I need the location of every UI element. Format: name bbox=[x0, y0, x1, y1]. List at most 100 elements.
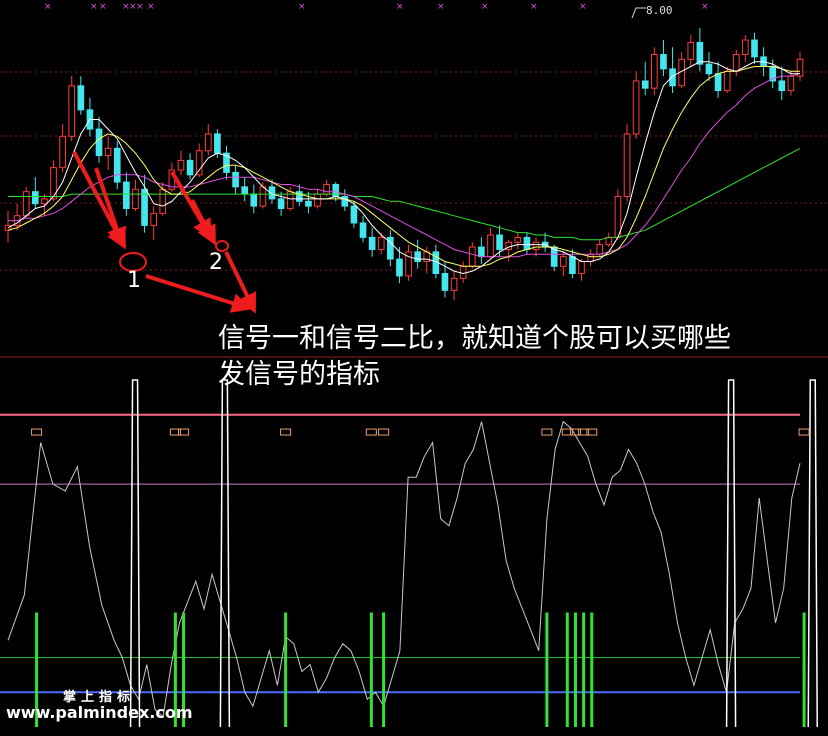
top-marker-13: × bbox=[701, 2, 709, 12]
candle-body-70 bbox=[641, 80, 649, 89]
candle-body-17 bbox=[159, 188, 167, 214]
oscillator-panel bbox=[0, 379, 818, 728]
candle-body-34 bbox=[314, 193, 321, 207]
marker-1-label: 1 bbox=[127, 268, 141, 293]
top-marker-7: × bbox=[298, 2, 306, 12]
oscillator-line bbox=[7, 420, 801, 718]
candles bbox=[4, 28, 804, 300]
candle-body-82 bbox=[751, 39, 758, 58]
candle-body-12 bbox=[113, 147, 121, 183]
candle-body-75 bbox=[687, 41, 695, 60]
candle-body-25 bbox=[232, 171, 239, 188]
candle-body-19 bbox=[177, 159, 185, 171]
candle-body-11 bbox=[104, 147, 112, 157]
candle-body-33 bbox=[305, 200, 312, 207]
spike-1 bbox=[219, 379, 231, 728]
signal-mark-6 bbox=[541, 428, 553, 436]
candle-body-21 bbox=[195, 150, 203, 176]
candle-body-71 bbox=[651, 53, 658, 89]
candle-body-76 bbox=[696, 41, 704, 65]
candle-body-58 bbox=[532, 241, 540, 250]
price-tag: 8.00 bbox=[646, 4, 673, 17]
chart-area: × × × × × × × × × × × × × × 8.00 1 2 信号一和信号二比，就知道个股可以… bbox=[0, 0, 828, 732]
candle-body-10 bbox=[95, 128, 103, 157]
moving-averages bbox=[7, 61, 801, 275]
candle-body-27 bbox=[250, 193, 258, 207]
candle-body-53 bbox=[487, 234, 494, 258]
arrow-3 bbox=[190, 199, 216, 246]
candle-body-45 bbox=[414, 251, 421, 262]
signal-mark-5 bbox=[378, 428, 390, 436]
signal-mark-4 bbox=[365, 428, 377, 436]
line-ma-long bbox=[8, 147, 801, 241]
candle-body-6 bbox=[59, 135, 66, 169]
caption-line-1: 信号一和信号二比，就知道个股可以买哪些 bbox=[218, 323, 731, 354]
watermark-url: www.palmindex.com bbox=[6, 703, 193, 722]
candle-body-66 bbox=[605, 236, 613, 246]
candle-body-54 bbox=[496, 234, 503, 250]
candle-body-85 bbox=[778, 80, 786, 92]
candle-body-57 bbox=[523, 236, 531, 250]
candle-body-38 bbox=[350, 205, 358, 224]
candle-body-8 bbox=[77, 85, 85, 111]
candle-body-81 bbox=[742, 39, 749, 55]
line-ma-mid bbox=[7, 66, 800, 267]
candle-body-80 bbox=[732, 53, 740, 72]
candle-body-64 bbox=[587, 253, 594, 262]
candle-body-23 bbox=[214, 133, 221, 154]
candle-body-36 bbox=[332, 183, 340, 197]
candle-body-86 bbox=[787, 75, 795, 92]
candle-body-52 bbox=[478, 246, 485, 258]
candle-body-41 bbox=[377, 236, 385, 250]
top-marker-8: × bbox=[396, 2, 404, 12]
spike-2 bbox=[725, 379, 737, 728]
candle-body-2 bbox=[22, 191, 30, 217]
candle-body-65 bbox=[596, 244, 604, 255]
candle-body-39 bbox=[359, 222, 367, 238]
top-marker-1: × bbox=[90, 2, 98, 12]
marker-2-label: 2 bbox=[209, 250, 223, 275]
candle-body-3 bbox=[31, 191, 39, 205]
spike-0 bbox=[129, 379, 141, 728]
candle-body-62 bbox=[569, 256, 576, 275]
grid bbox=[0, 71, 828, 358]
top-marker-2: × bbox=[99, 2, 107, 12]
top-marker-12: × bbox=[579, 2, 587, 12]
candle-body-7 bbox=[68, 85, 76, 137]
top-marker-6: × bbox=[147, 2, 155, 12]
spike-3 bbox=[807, 379, 818, 728]
line-ma-fast bbox=[7, 61, 800, 275]
candle-body-16 bbox=[150, 212, 157, 226]
signal-mark-3 bbox=[280, 428, 292, 436]
candle-body-40 bbox=[368, 236, 376, 250]
candle-body-4 bbox=[41, 198, 48, 205]
candle-body-51 bbox=[468, 246, 476, 267]
caption-line-2: 发信号的指标 bbox=[218, 359, 380, 390]
candle-body-13 bbox=[123, 181, 130, 210]
candle-body-15 bbox=[141, 188, 148, 226]
signal-mark-11 bbox=[798, 428, 810, 436]
top-marker-11: × bbox=[530, 2, 538, 12]
candle-body-56 bbox=[514, 236, 522, 243]
arrow-4 bbox=[145, 274, 252, 313]
candle-body-28 bbox=[259, 186, 267, 207]
price-tag-leader bbox=[631, 7, 646, 19]
candle-body-78 bbox=[714, 73, 722, 92]
signal-mark-0 bbox=[31, 428, 43, 436]
candle-body-14 bbox=[132, 188, 139, 210]
candle-body-63 bbox=[578, 260, 585, 275]
top-marker-9: × bbox=[437, 2, 445, 12]
candle-body-43 bbox=[396, 258, 403, 277]
candle-body-48 bbox=[441, 273, 449, 291]
candle-body-22 bbox=[204, 133, 212, 152]
candle-body-26 bbox=[241, 186, 249, 195]
candle-body-72 bbox=[660, 53, 667, 70]
candle-body-69 bbox=[632, 80, 640, 135]
candle-body-50 bbox=[459, 265, 467, 279]
top-marker-5: × bbox=[136, 2, 144, 12]
line-ma-slow bbox=[8, 73, 801, 258]
top-markers: × × × × × × × × × × × × × × bbox=[44, 2, 709, 12]
candle-body-49 bbox=[450, 277, 458, 291]
candle-body-61 bbox=[559, 256, 567, 267]
candle-body-73 bbox=[669, 68, 676, 87]
